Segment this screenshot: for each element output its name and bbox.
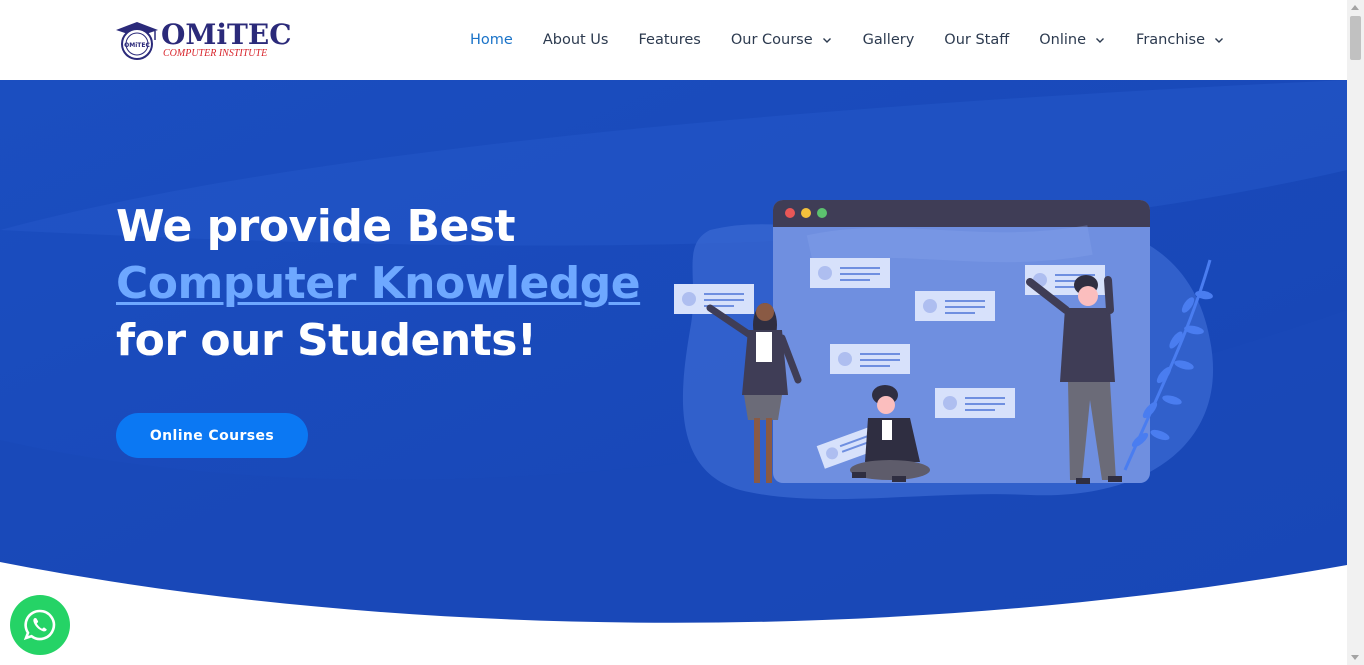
nav-item-label: Our Course bbox=[730, 32, 813, 48]
whatsapp-icon bbox=[23, 609, 56, 641]
nav-item-label: Gallery bbox=[862, 32, 915, 48]
nav-item-features[interactable]: Features bbox=[638, 32, 700, 48]
nav-item-franchise[interactable]: Franchise bbox=[1136, 32, 1225, 48]
hero-section: We provide Best Computer Knowledge for o… bbox=[0, 80, 1347, 665]
brand-logo[interactable]: OMiTEC OMiTEC COMPUTER INSTITUTE bbox=[115, 18, 295, 62]
chevron-down-icon bbox=[822, 38, 831, 43]
nav-item-gallery[interactable]: Gallery bbox=[863, 32, 915, 48]
site-header: OMiTEC OMiTEC COMPUTER INSTITUTE Home Abo… bbox=[0, 0, 1347, 80]
scroll-down-arrow-icon[interactable] bbox=[1351, 655, 1359, 660]
hero-illustration bbox=[674, 200, 1214, 500]
nav-item-our-staff[interactable]: Our Staff bbox=[944, 32, 1009, 48]
chevron-down-icon bbox=[1215, 38, 1224, 43]
online-courses-button[interactable]: Online Courses bbox=[116, 413, 308, 458]
headline-line-3: for our Students! bbox=[116, 315, 537, 366]
profile-card bbox=[935, 388, 1015, 418]
headline-line-1: We provide Best bbox=[116, 201, 516, 252]
nav-item-about-us[interactable]: About Us bbox=[543, 32, 609, 48]
scrollbar-thumb[interactable] bbox=[1350, 16, 1361, 60]
svg-text:OMiTEC: OMiTEC bbox=[124, 42, 150, 49]
main-navigation: Home About Us Features Our Course Gallery Our… bbox=[470, 0, 1255, 80]
headline-highlight: Computer Knowledge bbox=[116, 258, 641, 309]
page-scrollbar[interactable] bbox=[1347, 0, 1364, 665]
profile-card bbox=[830, 344, 910, 374]
nav-item-label: Features bbox=[638, 32, 701, 48]
nav-item-our-course[interactable]: Our Course bbox=[731, 32, 833, 48]
profile-card bbox=[915, 291, 995, 321]
nav-item-label: Home bbox=[470, 32, 513, 48]
nav-item-label: Franchise bbox=[1136, 32, 1206, 48]
scroll-up-arrow-icon[interactable] bbox=[1351, 5, 1359, 10]
profile-card bbox=[810, 258, 890, 288]
nav-item-online[interactable]: Online bbox=[1039, 32, 1106, 48]
chevron-down-icon bbox=[1096, 38, 1105, 43]
hero-headline: We provide Best Computer Knowledge for o… bbox=[116, 198, 696, 369]
nav-item-label: Our Staff bbox=[944, 32, 1010, 48]
nav-item-label: Online bbox=[1039, 32, 1087, 48]
brand-name: OMiTEC bbox=[161, 18, 292, 51]
nav-item-home[interactable]: Home bbox=[470, 32, 513, 48]
brand-tagline: COMPUTER INSTITUTE bbox=[163, 48, 268, 59]
whatsapp-button[interactable] bbox=[10, 595, 70, 655]
nav-item-label: About Us bbox=[542, 32, 609, 48]
graduation-cap-icon: OMiTEC bbox=[116, 22, 158, 60]
